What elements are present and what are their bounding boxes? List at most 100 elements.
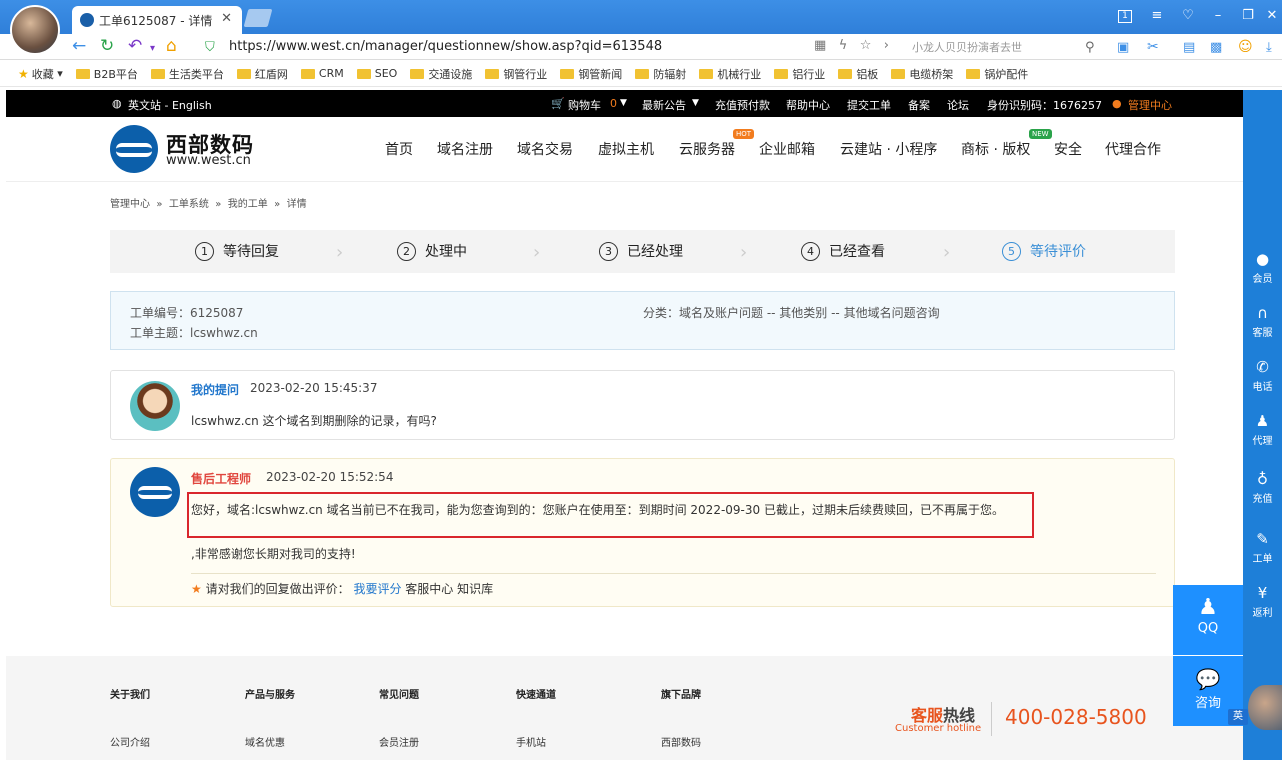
cart-dropdown-icon[interactable]: ▼ xyxy=(620,98,627,108)
sidebar-ticket[interactable]: ✎ 工单 xyxy=(1243,530,1282,565)
notes-icon[interactable]: ▩ xyxy=(1210,38,1222,58)
bookmark-item[interactable]: 机械行业 xyxy=(699,66,761,82)
favorite-star-icon[interactable]: ☆ xyxy=(860,38,872,53)
nav-home[interactable]: 首页 xyxy=(385,139,413,159)
tab-close-icon[interactable]: ✕ xyxy=(221,11,232,26)
footer-link[interactable]: 公司介绍 xyxy=(110,734,150,749)
home-icon[interactable]: ⌂ xyxy=(166,36,177,56)
sidebar-phone[interactable]: ✆ 电话 xyxy=(1243,358,1282,393)
sidebar-service[interactable]: ∩ 客服 xyxy=(1243,304,1282,339)
engineer-avatar xyxy=(130,467,180,517)
recharge-link[interactable]: 充值预付款 xyxy=(715,97,770,113)
nav-enterprise-mail[interactable]: 企业邮箱 xyxy=(759,139,815,159)
search-icon[interactable]: ⚲ xyxy=(1085,38,1095,58)
notice-dropdown-icon[interactable]: ▼ xyxy=(692,98,699,108)
sidebar-recharge[interactable]: ♁ 充值 xyxy=(1243,470,1282,505)
money-bag-icon: ♁ xyxy=(1257,470,1268,488)
bookmark-item[interactable]: 钢管新闻 xyxy=(560,66,622,82)
bookmark-item[interactable]: 防辐射 xyxy=(635,66,686,82)
profile-avatar[interactable] xyxy=(10,5,60,55)
ime-indicator[interactable]: 英 xyxy=(1228,709,1248,725)
undo-icon[interactable]: ↶ xyxy=(128,36,142,56)
step-chevron-icon: › xyxy=(533,242,541,263)
footer-link[interactable]: 手机站 xyxy=(516,734,546,749)
nav-cloud-server[interactable]: 云服务器 xyxy=(679,139,735,159)
bookmark-item[interactable]: 铝行业 xyxy=(774,66,825,82)
qr-icon[interactable]: ▦ xyxy=(814,38,826,53)
forward-icon[interactable]: › xyxy=(884,38,889,53)
breadcrumb-item[interactable]: 工单系统 xyxy=(169,199,209,210)
knowledge-base-link[interactable]: 知识库 xyxy=(457,582,493,596)
submit-ticket-link[interactable]: 提交工单 xyxy=(847,97,891,113)
qq-float-button[interactable]: ♟ QQ xyxy=(1173,585,1243,655)
emoji-icon[interactable]: ☺ xyxy=(1238,37,1253,57)
nav-security[interactable]: 安全 xyxy=(1054,139,1082,159)
bookmark-item[interactable]: 钢管行业 xyxy=(485,66,547,82)
breadcrumb-item[interactable]: 我的工单 xyxy=(228,199,268,210)
breadcrumb-item[interactable]: 管理中心 xyxy=(110,199,150,210)
record-link[interactable]: 备案 xyxy=(908,97,930,113)
window-count-icon[interactable]: 1 xyxy=(1118,10,1132,23)
new-tab-button[interactable] xyxy=(243,9,273,27)
restore-icon[interactable]: ❐ xyxy=(1238,8,1258,23)
sidebar-member[interactable]: ● 会员 xyxy=(1243,250,1282,285)
browser-tab-bar: 工单6125087 - 详情 ✕ 1 ≡ ♡ – ❐ ✕ xyxy=(0,0,1282,34)
site-header: 西部数码 www.west.cn 首页 域名注册 域名交易 虚拟主机 云服务器 … xyxy=(6,117,1243,182)
menu-icon[interactable]: ≡ xyxy=(1147,8,1167,23)
footer-link[interactable]: 域名优惠 xyxy=(245,734,285,749)
bookmark-item[interactable]: SEO xyxy=(356,67,397,80)
undo-dropdown-icon[interactable]: ▾ xyxy=(150,39,155,59)
back-icon[interactable]: ← xyxy=(72,36,86,56)
nav-virtual-host[interactable]: 虚拟主机 xyxy=(598,139,654,159)
bookmark-item[interactable]: 电缆桥架 xyxy=(891,66,953,82)
notice-link[interactable]: 最新公告 xyxy=(642,97,686,113)
english-site-link[interactable]: 英文站 - English xyxy=(128,97,212,113)
nav-domain-trade[interactable]: 域名交易 xyxy=(517,139,573,159)
translate-icon[interactable]: ▣ xyxy=(1117,38,1129,58)
bookmark-item[interactable]: 交通设施 xyxy=(410,66,472,82)
close-window-icon[interactable]: ✕ xyxy=(1262,8,1282,23)
footer-link[interactable]: 会员注册 xyxy=(379,734,419,749)
forum-link[interactable]: 论坛 xyxy=(947,97,969,113)
bookmark-item[interactable]: CRM xyxy=(300,67,344,80)
extension-icon[interactable]: ▤ xyxy=(1183,38,1195,58)
sidebar-agent[interactable]: ♟ 代理 xyxy=(1243,412,1282,447)
scissors-icon[interactable]: ✂ xyxy=(1147,37,1159,57)
nav-agent[interactable]: 代理合作 xyxy=(1105,139,1161,159)
minimize-icon[interactable]: – xyxy=(1208,8,1228,23)
assistant-avatar[interactable] xyxy=(1248,685,1282,730)
rate-link[interactable]: 我要评分 xyxy=(353,582,401,596)
globe-icon: ◍ xyxy=(112,97,122,110)
hotline-divider xyxy=(991,702,992,736)
sidebar-rebate[interactable]: ¥ 返利 xyxy=(1243,584,1282,619)
bookmark-item[interactable]: 锅炉配件 xyxy=(966,66,1028,82)
nav-trademark[interactable]: 商标 · 版权 xyxy=(961,139,1030,159)
bookmark-item[interactable]: 红盾网 xyxy=(236,66,288,82)
download-icon[interactable]: ⤓ xyxy=(1266,38,1272,58)
answer-time: 2023-02-20 15:52:54 xyxy=(266,470,394,484)
manage-center-link[interactable]: 管理中心 xyxy=(1128,97,1172,113)
browser-tab[interactable]: 工单6125087 - 详情 ✕ xyxy=(72,6,242,34)
reload-icon[interactable]: ↻ xyxy=(100,36,114,56)
nav-site-builder[interactable]: 云建站 · 小程序 xyxy=(840,139,937,159)
search-input[interactable]: 小龙人贝贝扮演者去世 xyxy=(912,39,1022,55)
answer-author: 售后工程师 xyxy=(191,472,252,486)
bookmark-favorites[interactable]: ★ 收藏 ▾ xyxy=(18,66,63,82)
cart-link[interactable]: 购物车 xyxy=(568,97,601,113)
answer-thanks: ,非常感谢您长期对我司的支持! xyxy=(191,547,356,561)
user-icon: ● xyxy=(1112,97,1122,110)
nav-domain-register[interactable]: 域名注册 xyxy=(437,139,493,159)
bookmark-item[interactable]: 铝板 xyxy=(838,66,878,82)
bookmark-item[interactable]: B2B平台 xyxy=(75,66,138,82)
bookmark-item[interactable]: 生活类平台 xyxy=(150,66,224,82)
footer-link[interactable]: 西部数码 xyxy=(661,734,701,749)
service-center-link[interactable]: 客服中心 xyxy=(405,582,453,596)
footer-heading: 旗下品牌 xyxy=(661,690,701,701)
help-link[interactable]: 帮助中心 xyxy=(786,97,830,113)
url-input[interactable]: https://www.west.cn/manager/questionnew/… xyxy=(229,39,662,54)
west-logo-icon[interactable] xyxy=(110,125,158,173)
speed-icon[interactable]: ϟ xyxy=(839,38,848,53)
step-waiting-reply: 1 等待回复 xyxy=(195,241,279,261)
skin-icon[interactable]: ♡ xyxy=(1178,8,1198,23)
step-viewed: 4 已经查看 xyxy=(801,241,885,261)
